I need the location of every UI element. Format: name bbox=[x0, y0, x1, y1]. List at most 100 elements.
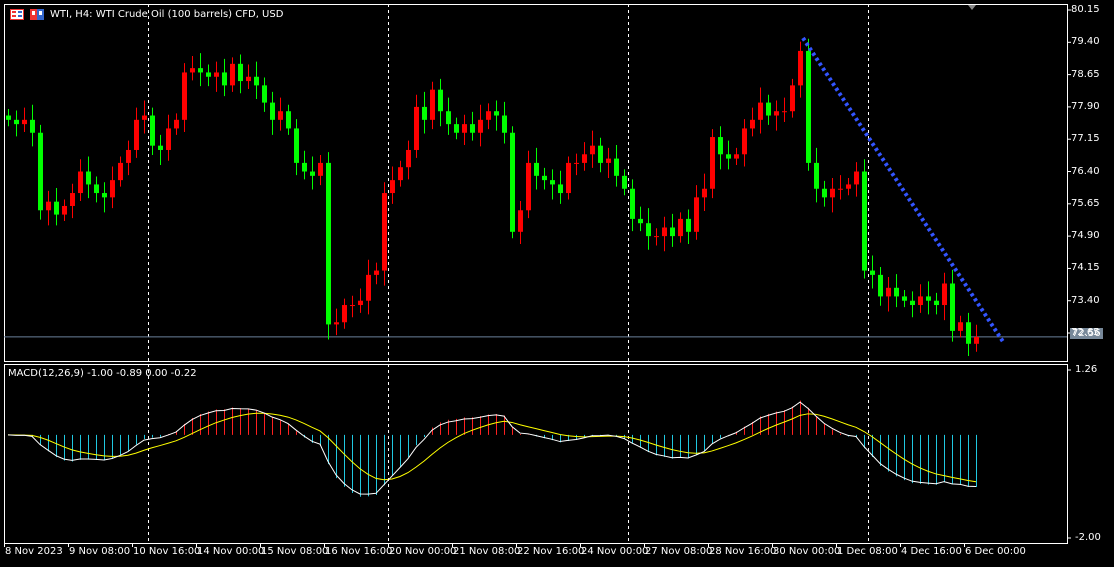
candle-body bbox=[254, 76, 259, 86]
candle-body bbox=[542, 175, 547, 181]
price-tick-label: 72.65 bbox=[1071, 327, 1100, 339]
candle-body bbox=[694, 197, 699, 232]
time-label: 6 Dec 00:00 bbox=[965, 546, 1026, 557]
macd-pane-border bbox=[4, 364, 1068, 544]
candle-body bbox=[806, 50, 811, 163]
candle-body bbox=[318, 162, 323, 176]
candle-body bbox=[646, 223, 651, 237]
candle-body bbox=[854, 171, 859, 185]
time-label: 20 Nov 00:00 bbox=[389, 546, 457, 557]
time-label: 4 Dec 16:00 bbox=[901, 546, 962, 557]
price-tick-label: 76.40 bbox=[1071, 165, 1100, 177]
candle-body bbox=[78, 171, 83, 194]
candle-body bbox=[526, 162, 531, 211]
candle-body bbox=[126, 149, 131, 163]
candle-body bbox=[942, 283, 947, 306]
time-label: 1 Dec 08:00 bbox=[837, 546, 898, 557]
candle-body bbox=[174, 119, 179, 129]
price-tick-label: 75.65 bbox=[1071, 197, 1100, 209]
candle-body bbox=[846, 184, 851, 189]
candle-body bbox=[638, 218, 643, 224]
candle-body bbox=[926, 296, 931, 301]
time-label: 14 Nov 00:00 bbox=[197, 546, 265, 557]
candle-body bbox=[294, 128, 299, 163]
candle-body bbox=[190, 68, 195, 73]
candle-body bbox=[574, 162, 579, 164]
candle-body bbox=[766, 102, 771, 116]
symbol-icon[interactable] bbox=[30, 9, 44, 20]
price-tick-label: 80.15 bbox=[1071, 4, 1100, 15]
candle-body bbox=[270, 102, 275, 120]
candle-body bbox=[198, 68, 203, 73]
candle-body bbox=[686, 218, 691, 232]
candle-body bbox=[782, 111, 787, 113]
candle-body bbox=[230, 63, 235, 86]
candle-body bbox=[94, 184, 99, 194]
candle-body bbox=[470, 124, 475, 133]
candle-body bbox=[358, 300, 363, 306]
candle-body bbox=[702, 188, 707, 198]
macd-label: MACD(12,26,9) -1.00 -0.89 0.00 -0.22 bbox=[8, 368, 197, 379]
price-tick-label: 73.40 bbox=[1071, 294, 1100, 306]
candle-body bbox=[110, 180, 115, 198]
candle-body bbox=[966, 322, 971, 344]
candle-body bbox=[894, 287, 899, 297]
candle-body bbox=[150, 115, 155, 146]
time-label: 10 Nov 16:00 bbox=[133, 546, 201, 557]
price-chart[interactable] bbox=[0, 0, 1114, 567]
price-tick-label: 74.15 bbox=[1071, 262, 1100, 274]
candle-body bbox=[6, 115, 11, 120]
candle-body bbox=[206, 72, 211, 77]
candle-body bbox=[374, 270, 379, 275]
candle-body bbox=[486, 111, 491, 120]
candle-body bbox=[734, 154, 739, 159]
candle-body bbox=[710, 137, 715, 189]
candle-body bbox=[838, 188, 843, 190]
candle-body bbox=[886, 287, 891, 297]
macd-tick-label: -2.00 bbox=[1075, 532, 1101, 543]
candle-body bbox=[798, 50, 803, 86]
time-label: 16 Nov 16:00 bbox=[325, 546, 393, 557]
candle-body bbox=[166, 128, 171, 150]
time-label: 27 Nov 08:00 bbox=[645, 546, 713, 557]
candle-body bbox=[918, 296, 923, 306]
candle-body bbox=[558, 184, 563, 194]
candle-body bbox=[478, 119, 483, 133]
candle-body bbox=[406, 149, 411, 168]
candle-body bbox=[54, 201, 59, 215]
candle-body bbox=[46, 201, 51, 211]
candle-body bbox=[38, 132, 43, 211]
candle-body bbox=[326, 162, 331, 325]
candle-body bbox=[286, 111, 291, 129]
candle-body bbox=[630, 188, 635, 219]
candle-body bbox=[350, 305, 355, 307]
candle-body bbox=[446, 111, 451, 125]
candle-body bbox=[438, 89, 443, 112]
candle-body bbox=[790, 85, 795, 112]
chart-list-icon[interactable] bbox=[10, 9, 24, 20]
time-label: 28 Nov 16:00 bbox=[709, 546, 777, 557]
candle-body bbox=[878, 274, 883, 297]
candle-body bbox=[30, 119, 35, 133]
candle-body bbox=[606, 158, 611, 163]
candle-body bbox=[262, 85, 267, 103]
candle-body bbox=[822, 188, 827, 198]
candle-body bbox=[430, 89, 435, 120]
time-label: 9 Nov 08:00 bbox=[69, 546, 131, 557]
candle-body bbox=[550, 180, 555, 185]
candle-body bbox=[726, 154, 731, 159]
candle-body bbox=[862, 171, 867, 271]
candle-body bbox=[654, 236, 659, 238]
candle-body bbox=[390, 180, 395, 194]
candle-body bbox=[614, 158, 619, 176]
candle-body bbox=[494, 111, 499, 116]
candle-body bbox=[238, 63, 243, 82]
chart-shift-marker bbox=[968, 5, 976, 10]
macd-tick-label: 1.26 bbox=[1075, 364, 1098, 375]
candle-body bbox=[342, 305, 347, 323]
candle-body bbox=[590, 145, 595, 155]
candle-body bbox=[950, 283, 955, 331]
price-tick-label: 78.65 bbox=[1071, 68, 1100, 80]
candle-body bbox=[14, 119, 19, 125]
candle-body bbox=[134, 119, 139, 150]
